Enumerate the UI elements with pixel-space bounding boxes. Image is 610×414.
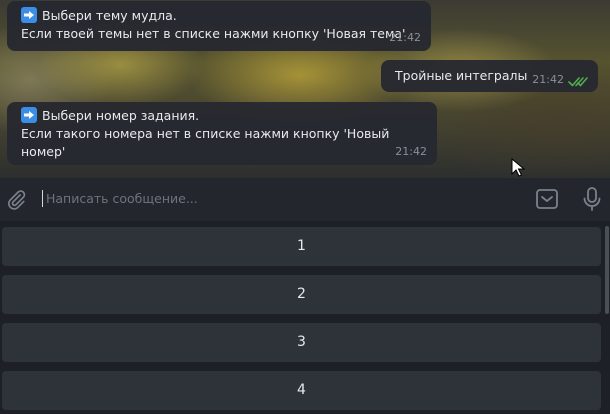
paperclip-icon[interactable] [5, 188, 27, 210]
mouse-pointer-icon [511, 158, 525, 177]
keyboard-toggle-icon[interactable] [535, 187, 559, 211]
chat-history[interactable]: Выбери тему мудла. Если твоей темы нет в… [0, 0, 610, 178]
right-arrow-emoji-icon [21, 107, 37, 123]
message-line-2: Если такого номера нет в списке нажми кн… [21, 126, 390, 159]
incoming-message-theme[interactable]: Выбери тему мудла. Если твоей темы нет в… [7, 1, 431, 51]
message-text: Выбери номер задания. [42, 108, 200, 123]
message-line-1: Выбери номер задания. [21, 107, 427, 125]
reply-keyboard: 1 2 3 4 [0, 221, 610, 414]
text-caret [42, 190, 43, 207]
message-line-2: Если твоей темы нет в списке нажми кнопк… [21, 26, 406, 41]
message-text: Выбери тему мудла. [42, 8, 177, 23]
keyboard-button-4[interactable]: 4 [2, 371, 601, 410]
microphone-icon[interactable] [580, 186, 604, 212]
message-composer [0, 178, 610, 221]
double-check-icon [568, 77, 588, 87]
message-input[interactable] [46, 188, 506, 209]
incoming-message-task[interactable]: Выбери номер задания. Если такого номера… [7, 102, 437, 165]
message-time: 21:42 [395, 145, 427, 158]
message-line-1: Выбери тему мудла. [21, 7, 421, 25]
keyboard-button-1[interactable]: 1 [2, 227, 601, 266]
message-time: 21:42 [532, 73, 564, 86]
right-arrow-emoji-icon [21, 7, 37, 23]
keyboard-button-3[interactable]: 3 [2, 323, 601, 362]
telegram-chat-window: Выбери тему мудла. Если твоей темы нет в… [0, 0, 610, 414]
message-text: Тройные интегралы [395, 68, 528, 83]
keyboard-button-2[interactable]: 2 [2, 275, 601, 314]
message-time: 21:42 [389, 31, 421, 44]
outgoing-message[interactable]: Тройные интегралы 21:42 [381, 60, 598, 92]
keyboard-scrollbar[interactable] [605, 226, 609, 314]
